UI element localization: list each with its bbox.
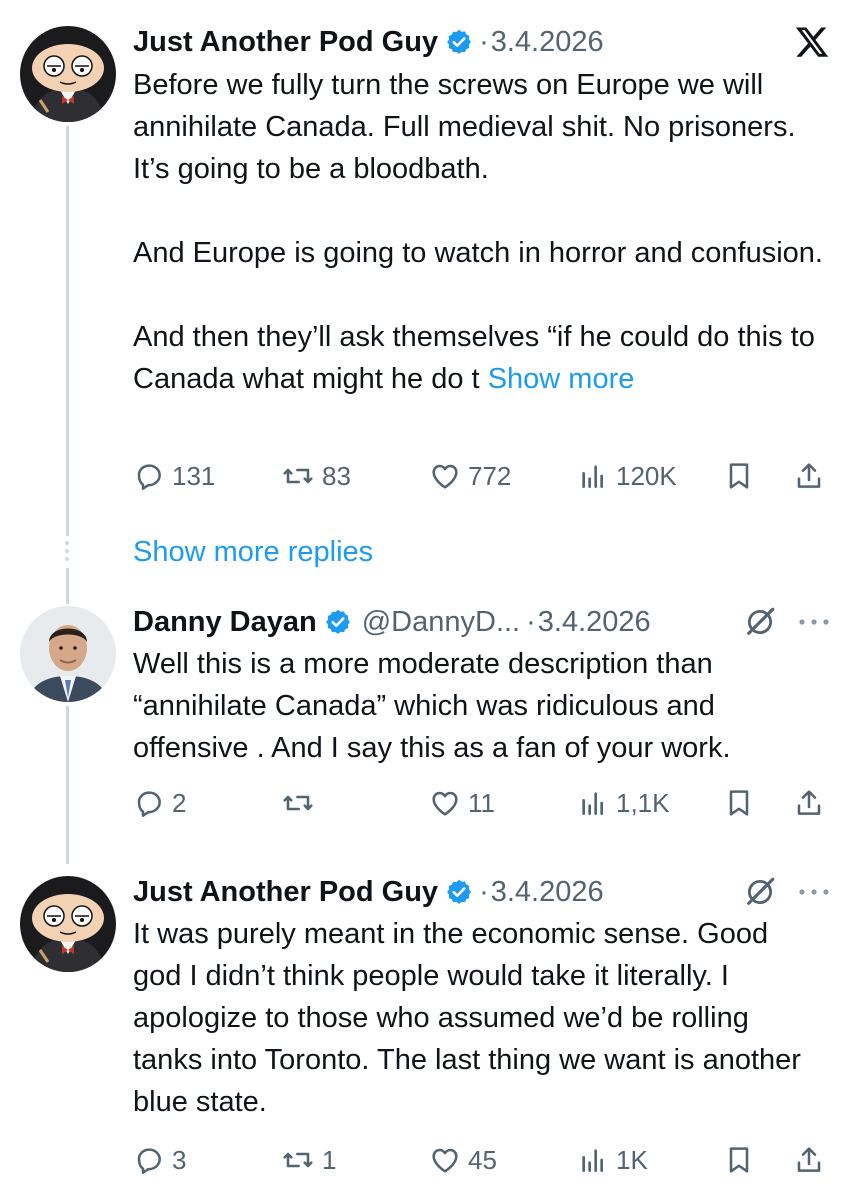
like-count: 45 bbox=[468, 1144, 497, 1175]
reply-icon bbox=[137, 1148, 161, 1174]
more-options-icon[interactable] bbox=[797, 885, 831, 899]
bookmark-icon bbox=[729, 463, 749, 489]
reply-button[interactable]: 131 bbox=[133, 456, 215, 496]
separator-dot: · bbox=[479, 25, 489, 58]
tweet-actions: 131 83 772 120K bbox=[133, 456, 833, 496]
tweet-header: Danny Dayan @DannyD... · 3.4.2026 bbox=[133, 602, 831, 642]
views-icon bbox=[582, 465, 603, 488]
share-icon bbox=[797, 1147, 821, 1172]
more-options-icon[interactable] bbox=[797, 615, 831, 629]
tweet-paragraph: And Europe is going to watch in horror a… bbox=[133, 237, 823, 269]
tweet-date[interactable]: 3.4.2026 bbox=[538, 606, 651, 639]
bookmark-icon bbox=[729, 1147, 749, 1173]
display-name[interactable]: Just Another Pod Guy bbox=[133, 26, 438, 59]
display-name[interactable]: Danny Dayan bbox=[133, 606, 317, 639]
show-more-replies-link[interactable]: Show more replies bbox=[133, 536, 373, 569]
reply-button[interactable]: 2 bbox=[133, 783, 186, 823]
grok-icon[interactable] bbox=[743, 605, 777, 639]
views-count: 1,1K bbox=[616, 787, 670, 818]
like-button[interactable]: 45 bbox=[429, 1140, 497, 1180]
thread-line bbox=[66, 126, 69, 536]
tweet-paragraph: Before we fully turn the screws on Europ… bbox=[133, 69, 796, 185]
views-icon bbox=[582, 1149, 603, 1172]
thread-gap-dots bbox=[65, 541, 70, 561]
share-button[interactable] bbox=[793, 456, 825, 496]
repost-icon bbox=[283, 1152, 313, 1168]
tweet-paragraph: And then they’ll ask themselves “if he c… bbox=[133, 321, 815, 395]
share-button[interactable] bbox=[793, 783, 825, 823]
reply-count: 3 bbox=[172, 1144, 187, 1175]
separator-dot: · bbox=[479, 875, 489, 908]
heart-icon bbox=[432, 1148, 458, 1173]
bookmark-button[interactable] bbox=[723, 783, 755, 823]
display-name[interactable]: Just Another Pod Guy bbox=[133, 876, 438, 909]
reply-count: 2 bbox=[172, 787, 187, 818]
repost-button[interactable] bbox=[281, 783, 322, 823]
reply-button[interactable]: 3 bbox=[133, 1140, 186, 1180]
views-button[interactable]: 120K bbox=[577, 456, 677, 496]
thread-line bbox=[66, 706, 69, 864]
repost-button[interactable]: 1 bbox=[281, 1140, 336, 1180]
tweet-date[interactable]: 3.4.2026 bbox=[491, 876, 604, 909]
tweet-date[interactable]: 3.4.2026 bbox=[491, 26, 604, 59]
share-icon bbox=[797, 463, 821, 488]
like-count: 11 bbox=[468, 787, 495, 818]
verified-badge-icon bbox=[325, 609, 350, 634]
tweet-text: Before we fully turn the screws on Europ… bbox=[133, 64, 823, 400]
share-button[interactable] bbox=[793, 1140, 825, 1180]
like-button[interactable]: 11 bbox=[429, 783, 495, 823]
views-button[interactable]: 1K bbox=[577, 1140, 648, 1180]
heart-icon bbox=[432, 464, 458, 489]
bookmark-icon bbox=[729, 790, 749, 816]
tweet-actions: 3 1 45 1K bbox=[133, 1140, 833, 1180]
verified-badge-icon bbox=[447, 29, 471, 54]
reply-icon bbox=[137, 464, 161, 490]
bookmark-button[interactable] bbox=[723, 1140, 755, 1180]
views-count: 1K bbox=[616, 1144, 648, 1175]
repost-count: 83 bbox=[322, 460, 351, 491]
views-count: 120K bbox=[616, 460, 677, 491]
repost-icon bbox=[283, 795, 313, 811]
reply-count: 131 bbox=[172, 460, 216, 491]
x-logo-icon[interactable] bbox=[793, 24, 831, 60]
show-more-link[interactable]: Show more bbox=[488, 363, 635, 395]
separator-dot: · bbox=[526, 605, 536, 638]
bookmark-button[interactable] bbox=[723, 456, 755, 496]
grok-icon[interactable] bbox=[743, 875, 777, 909]
verified-badge-icon bbox=[447, 879, 471, 904]
repost-button[interactable]: 83 bbox=[281, 456, 351, 496]
avatar[interactable] bbox=[20, 876, 116, 972]
tweet-actions: 2 11 1,1K bbox=[133, 783, 833, 823]
user-handle[interactable]: @DannyD... bbox=[362, 606, 520, 639]
tweet-header: Just Another Pod Guy · 3.4.2026 bbox=[133, 872, 831, 912]
tweet-text: Well this is a more moderate description… bbox=[133, 648, 731, 764]
reply-icon bbox=[137, 791, 161, 817]
avatar[interactable] bbox=[20, 606, 116, 702]
tweet-text: It was purely meant in the economic sens… bbox=[133, 918, 801, 1118]
share-icon bbox=[797, 790, 821, 815]
like-button[interactable]: 772 bbox=[429, 456, 511, 496]
thread-line bbox=[66, 568, 69, 604]
views-icon bbox=[582, 792, 603, 815]
heart-icon bbox=[432, 791, 458, 816]
like-count: 772 bbox=[468, 460, 512, 491]
repost-icon bbox=[283, 468, 313, 484]
avatar[interactable] bbox=[20, 26, 116, 122]
views-button[interactable]: 1,1K bbox=[577, 783, 670, 823]
repost-count: 1 bbox=[322, 1144, 337, 1175]
tweet-header: Just Another Pod Guy · 3.4.2026 bbox=[133, 22, 831, 62]
